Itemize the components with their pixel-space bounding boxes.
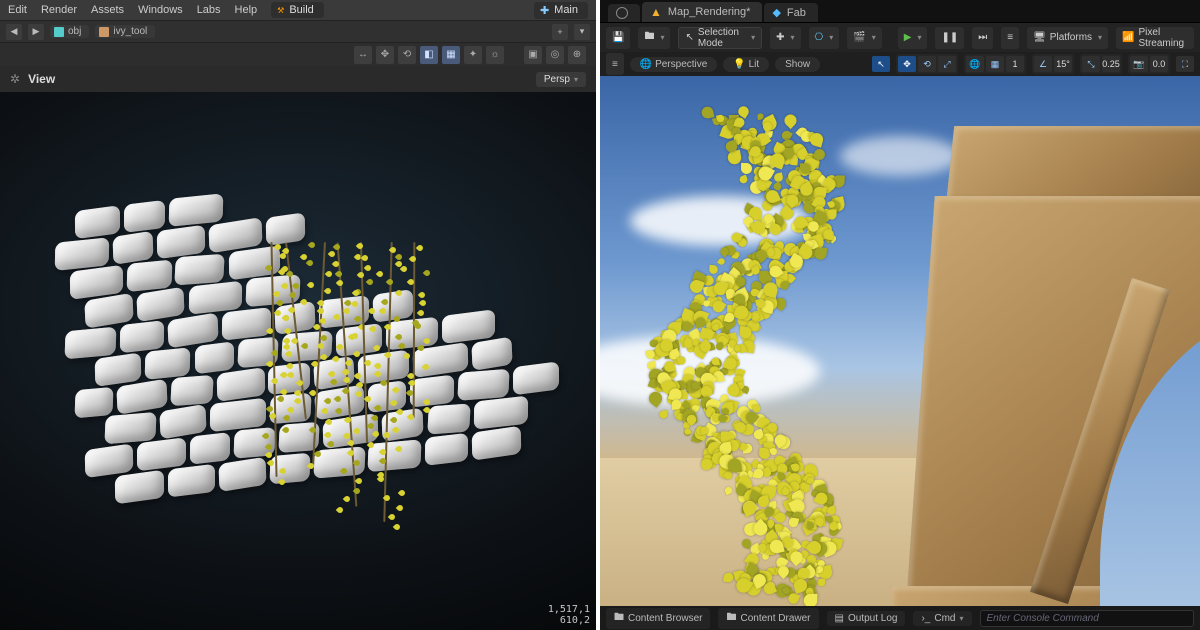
desktop-main[interactable]: ✚ Main xyxy=(534,2,588,19)
maximize[interactable]: ⛶ xyxy=(1176,56,1194,72)
menu-render[interactable]: Render xyxy=(41,4,77,16)
browse-button[interactable]: 🖿▾ xyxy=(638,27,670,49)
pixelstream-dropdown[interactable]: 📶 Pixel Streaming xyxy=(1116,27,1194,49)
back-button[interactable]: ◀ xyxy=(6,24,22,40)
viewport-3d[interactable]: 1,517,1 610,2 xyxy=(0,92,596,630)
perspective-pill[interactable]: 🌐 Perspective xyxy=(630,57,717,72)
tool-d[interactable]: ✦ xyxy=(464,46,482,64)
menu-bar: Edit Render Assets Windows Labs Help ⚒ B… xyxy=(0,0,596,20)
viewport-toolbar: ↔ ✥ ⟲ ◧ ▦ ✦ ☼ ▣ ◎ ⊕ xyxy=(0,42,596,66)
cam-speed-val[interactable]: 0.0 xyxy=(1150,56,1168,72)
hammer-icon: ⚒ xyxy=(277,6,284,15)
tab-fab[interactable]: ◆ Fab xyxy=(764,3,817,22)
fab-icon: ◆ xyxy=(772,6,780,19)
sequence-dropdown[interactable]: 🎬▾ xyxy=(847,27,881,49)
lit-pill[interactable]: 💡 Lit xyxy=(723,57,769,72)
add-button[interactable]: + xyxy=(552,24,568,40)
stream-icon: 📶 xyxy=(1122,32,1134,43)
tool-cam2[interactable]: ◎ xyxy=(546,46,564,64)
tool-cam1[interactable]: ▣ xyxy=(524,46,542,64)
menu-help[interactable]: Help xyxy=(235,4,258,16)
globe-icon: 🌐 xyxy=(640,59,652,70)
selection-mode[interactable]: ↖ Selection Mode▾ xyxy=(678,27,762,49)
tool-wire[interactable]: ▦ xyxy=(442,46,460,64)
add-dropdown[interactable]: ✚▾ xyxy=(770,27,800,49)
viewport-3d[interactable] xyxy=(600,76,1200,606)
tab-strip: ▲ Map_Rendering* ◆ Fab xyxy=(600,0,1200,22)
world-space[interactable]: 🌐 xyxy=(966,56,984,72)
view-gear-icon[interactable]: ✲ xyxy=(10,72,20,86)
main-toolbar: 💾 🖿▾ ↖ Selection Mode▾ ✚▾ ⎔▾ 🎬▾ ▶▾ ❚❚ ⏭ … xyxy=(600,22,1200,52)
crumb-obj[interactable]: obj xyxy=(50,25,89,38)
tool-e[interactable]: ☼ xyxy=(486,46,504,64)
folder-icon: 🖿 xyxy=(614,610,624,627)
tab-map[interactable]: ▲ Map_Rendering* xyxy=(642,2,762,22)
menu-assets[interactable]: Assets xyxy=(91,4,124,16)
path-menu[interactable]: ▾ xyxy=(574,24,590,40)
cam-speed-icon[interactable]: 📷 xyxy=(1130,56,1148,72)
blueprint-dropdown[interactable]: ⎔▾ xyxy=(809,27,840,49)
tool-cam3[interactable]: ⊕ xyxy=(568,46,586,64)
snap-angle-val[interactable]: 15° xyxy=(1054,56,1072,72)
plus-icon: ✚ xyxy=(540,4,549,17)
tool-shaded[interactable]: ◧ xyxy=(420,46,438,64)
menu-labs[interactable]: Labs xyxy=(197,4,221,16)
viewport-menu[interactable]: ≡ xyxy=(606,53,624,75)
view-header: ✲ View Persp▾ xyxy=(0,66,596,92)
snap-grid-val[interactable]: 1 xyxy=(1006,56,1024,72)
menu-windows[interactable]: Windows xyxy=(138,4,183,16)
show-pill[interactable]: Show xyxy=(775,57,820,72)
scale-tool[interactable]: ⤢ xyxy=(938,56,956,72)
camera-dropdown[interactable]: Persp▾ xyxy=(536,72,586,87)
platforms-icon: 🖥 xyxy=(1033,32,1046,43)
terminal-icon: ›_ xyxy=(921,613,930,624)
pause-button[interactable]: ❚❚ xyxy=(935,27,964,49)
cursor-icon: ↖ xyxy=(685,32,693,43)
tab-logo[interactable] xyxy=(608,4,640,22)
content-drawer-tab[interactable]: 🖿 Content Drawer xyxy=(718,608,818,629)
stop-button[interactable]: ≡ xyxy=(1001,27,1019,49)
rotate-tool[interactable]: ⟲ xyxy=(918,56,936,72)
build-dropdown[interactable]: ⚒ Build xyxy=(271,2,324,18)
play-button[interactable]: ▶▾ xyxy=(898,27,928,49)
path-bar: ◀ ▶ obj ivy_tool + ▾ xyxy=(0,20,596,42)
warning-icon: ▲ xyxy=(650,5,662,19)
move-tool[interactable]: ✥ xyxy=(898,56,916,72)
tool-icon xyxy=(99,27,109,37)
tool-b[interactable]: ✥ xyxy=(376,46,394,64)
save-button[interactable]: 💾 xyxy=(606,27,630,49)
fwd-button[interactable]: ▶ xyxy=(28,24,44,40)
unreal-pane: ▲ Map_Rendering* ◆ Fab 💾 🖿▾ ↖ Selection … xyxy=(600,0,1200,630)
content-browser-tab[interactable]: 🖿 Content Browser xyxy=(606,608,710,629)
crumb-ivy-tool[interactable]: ivy_tool xyxy=(95,25,155,38)
obj-icon xyxy=(54,27,64,37)
viewport-toolbar: ≡ 🌐 Perspective 💡 Lit Show ↖ ✥ ⟲ ⤢ 🌐 ▦ 1… xyxy=(600,52,1200,76)
step-button[interactable]: ⏭ xyxy=(972,27,993,49)
snap-scale-val[interactable]: 0.25 xyxy=(1102,56,1120,72)
menu-edit[interactable]: Edit xyxy=(8,4,27,16)
console-input[interactable]: Enter Console Command xyxy=(980,610,1195,627)
view-title: View xyxy=(28,72,55,86)
bulb-icon: 💡 xyxy=(733,59,745,70)
snap-angle[interactable]: ∠ xyxy=(1034,56,1052,72)
tool-a[interactable]: ↔ xyxy=(354,46,372,64)
platforms-dropdown[interactable]: 🖥 Platforms▾ xyxy=(1027,27,1108,49)
folder-icon: 🖿 xyxy=(726,610,736,627)
log-icon: ▤ xyxy=(835,613,844,624)
tool-c[interactable]: ⟲ xyxy=(398,46,416,64)
cmd-label[interactable]: ›_ Cmd▾ xyxy=(913,611,971,626)
snap-scale[interactable]: ⤡ xyxy=(1082,56,1100,72)
ue-logo-icon xyxy=(616,7,628,19)
houdini-pane: Edit Render Assets Windows Labs Help ⚒ B… xyxy=(0,0,600,630)
status-bar: 🖿 Content Browser 🖿 Content Drawer ▤ Out… xyxy=(600,606,1200,630)
coords-readout: 1,517,1 610,2 xyxy=(548,604,590,626)
snap-grid[interactable]: ▦ xyxy=(986,56,1004,72)
select-tool[interactable]: ↖ xyxy=(872,56,890,72)
transform-tools: ✥ ⟲ ⤢ xyxy=(896,54,958,74)
output-log-tab[interactable]: ▤ Output Log xyxy=(827,611,906,626)
ivy-mesh xyxy=(230,242,460,572)
ivy-mesh xyxy=(670,116,920,606)
